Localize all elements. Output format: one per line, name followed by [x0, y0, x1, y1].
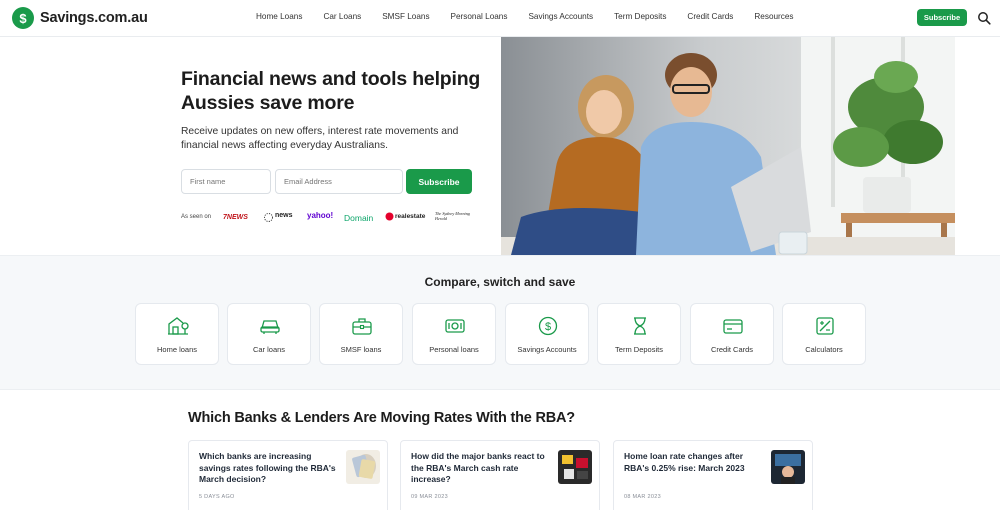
hero-description: Receive updates on new offers, interest …	[181, 126, 459, 151]
compare-card-term-deposits[interactable]: Term Deposits	[597, 303, 681, 365]
dollar-circle-icon: $	[538, 316, 558, 336]
nav-resources[interactable]: Resources	[754, 12, 793, 21]
media-logo-domain: Domain	[344, 213, 374, 223]
media-logo-7news: 7NEWS	[223, 214, 248, 221]
nav-smsf-loans[interactable]: SMSF Loans	[382, 12, 429, 21]
article-date: 09 MAR 2023	[411, 494, 448, 500]
compare-card-label: Car loans	[252, 345, 286, 354]
compare-card-personal-loans[interactable]: Personal loans	[412, 303, 496, 365]
media-logo-yahoo: yahoo!	[307, 211, 334, 220]
compare-card-label: Personal loans	[429, 345, 479, 354]
house-icon	[168, 317, 189, 335]
hero-subscribe-button[interactable]: Subscribe	[406, 169, 472, 194]
hourglass-icon	[634, 317, 646, 335]
site-logo[interactable]: $ Savings.com.au	[12, 7, 148, 29]
nav-term-deposits[interactable]: Term Deposits	[614, 12, 666, 21]
media-logo-realestate: realestate	[395, 213, 426, 220]
briefcase-icon	[352, 318, 372, 335]
media-logo-smh: The Sydney Morning Herald	[435, 211, 470, 221]
search-icon[interactable]	[977, 11, 991, 25]
nav-car-loans[interactable]: Car Loans	[323, 12, 361, 21]
compare-card-label: Term Deposits	[615, 345, 663, 354]
nav-home-loans[interactable]: Home Loans	[256, 12, 302, 21]
calculator-icon	[816, 317, 834, 335]
compare-card-credit-cards[interactable]: Credit Cards	[690, 303, 774, 365]
article-title[interactable]: Which banks are increasing savings rates…	[199, 451, 339, 486]
nav-savings-accounts[interactable]: Savings Accounts	[528, 12, 593, 21]
svg-text:$: $	[545, 321, 551, 333]
email-input[interactable]	[275, 169, 403, 194]
nav-credit-cards[interactable]: Credit Cards	[687, 12, 733, 21]
compare-title: Compare, switch and save	[424, 275, 576, 289]
compare-section: Compare, switch and save Home loans Car …	[0, 255, 1000, 390]
logo-text: Savings.com.au	[40, 10, 148, 26]
site-header: $ Savings.com.au Home Loans Car Loans SM…	[0, 0, 1000, 37]
article-date: 5 DAYS AGO	[199, 494, 235, 500]
hero-title: Financial news and tools helping Aussies…	[181, 68, 481, 114]
compare-card-label: Savings Accounts	[517, 345, 577, 354]
article-date: 08 MAR 2023	[624, 494, 661, 500]
compare-card-label: Credit Cards	[710, 345, 754, 354]
compare-card-savings-accounts[interactable]: $ Savings Accounts	[505, 303, 589, 365]
article-card[interactable]: How did the major banks react to the RBA…	[400, 440, 600, 510]
main-nav: Home Loans Car Loans SMSF Loans Personal…	[256, 12, 815, 21]
news-burst-icon	[264, 213, 273, 222]
compare-card-calculators[interactable]: Calculators	[782, 303, 866, 365]
compare-card-smsf-loans[interactable]: SMSF loans	[319, 303, 403, 365]
realestate-logo-icon	[385, 212, 394, 221]
article-title[interactable]: Home loan rate changes after RBA's 0.25%…	[624, 451, 764, 474]
credit-card-icon	[723, 319, 743, 334]
car-icon	[260, 320, 280, 334]
article-card[interactable]: Home loan rate changes after RBA's 0.25%…	[613, 440, 813, 510]
media-logo-news: news	[275, 212, 293, 219]
first-name-input[interactable]	[181, 169, 271, 194]
compare-card-label: Calculators	[805, 345, 843, 354]
article-thumbnail	[346, 450, 380, 484]
compare-card-label: Home loans	[156, 345, 198, 354]
logo-icon: $	[12, 7, 34, 29]
compare-card-label: SMSF loans	[340, 345, 382, 354]
as-seen-on-label: As seen on	[181, 214, 212, 220]
header-subscribe-button[interactable]: Subscribe	[917, 9, 967, 26]
hero-photo	[501, 37, 955, 255]
article-thumbnail	[558, 450, 592, 484]
article-card[interactable]: Which banks are increasing savings rates…	[188, 440, 388, 510]
compare-card-home-loans[interactable]: Home loans	[135, 303, 219, 365]
article-thumbnail	[771, 450, 805, 484]
compare-card-car-loans[interactable]: Car loans	[227, 303, 311, 365]
nav-personal-loans[interactable]: Personal Loans	[451, 12, 508, 21]
rates-section-title: Which Banks & Lenders Are Moving Rates W…	[188, 410, 575, 426]
cash-icon	[445, 319, 465, 333]
article-title[interactable]: How did the major banks react to the RBA…	[411, 451, 551, 486]
